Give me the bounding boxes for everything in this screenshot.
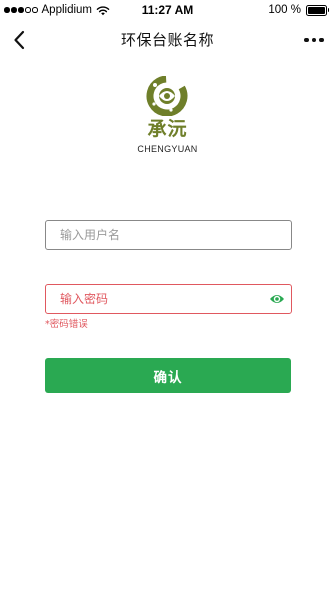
logo-name-chinese: 承沅 <box>147 118 188 140</box>
logo-emblem-icon <box>146 76 188 116</box>
password-field[interactable] <box>45 284 292 314</box>
username-field[interactable] <box>45 220 292 250</box>
password-error-message: *密码错误 <box>45 319 88 330</box>
password-input[interactable] <box>46 285 291 313</box>
battery-icon <box>306 4 330 16</box>
brand-logo: 承沅 CHENGYUAN <box>120 76 215 158</box>
battery-percentage: 100 % <box>268 4 301 16</box>
eye-icon[interactable] <box>269 292 285 306</box>
username-input[interactable] <box>46 221 291 249</box>
navigation-bar: 环保台账名称 <box>0 20 335 60</box>
more-horizontal-icon <box>304 37 309 43</box>
status-bar: Applidium 11:27 AM 100 % <box>0 0 335 20</box>
more-options-button[interactable] <box>299 28 329 52</box>
chevron-left-icon <box>14 30 25 50</box>
page-title: 环保台账名称 <box>120 31 214 49</box>
logo-name-english: CHENGYUAN <box>137 144 198 154</box>
status-bar-right: 100 % <box>268 3 330 17</box>
back-button[interactable] <box>6 26 32 54</box>
confirm-button[interactable]: 确认 <box>45 358 291 393</box>
